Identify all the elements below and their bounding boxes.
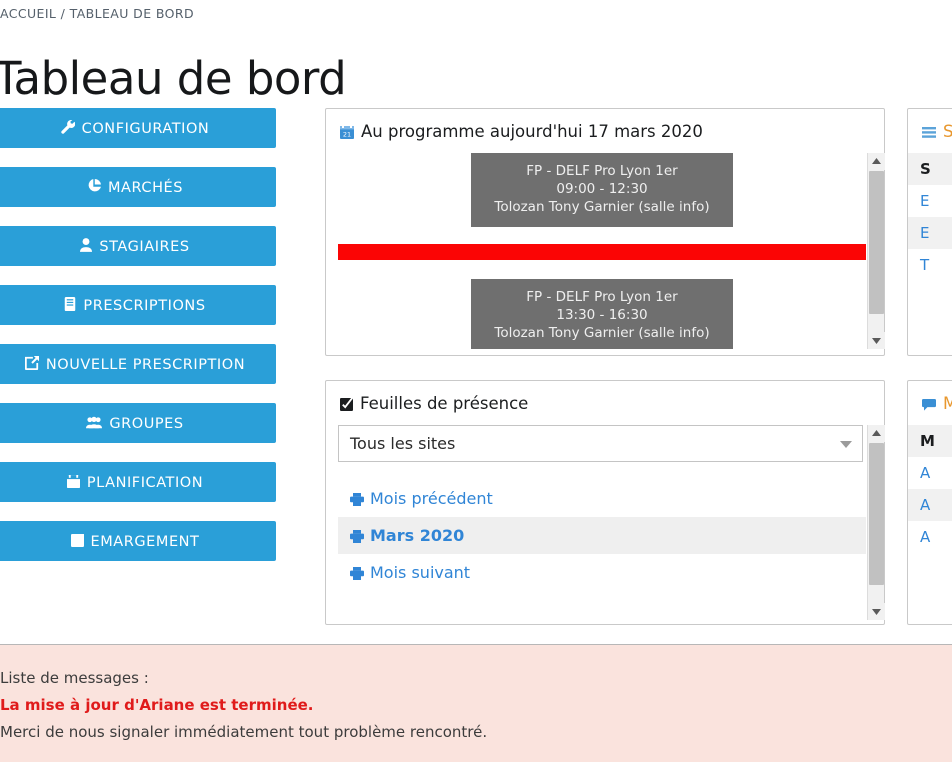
calendar-icon: 21: [340, 124, 354, 143]
scroll-down-icon[interactable]: [868, 603, 885, 620]
sidebar-item-label: PRESCRIPTIONS: [83, 298, 206, 314]
month-label: Mois précédent: [370, 489, 493, 508]
event-location: Tolozan Tony Garnier (salle info): [494, 199, 710, 215]
presence-scrollbar-thumb[interactable]: [869, 443, 884, 585]
chevron-down-icon: [840, 441, 852, 448]
users-icon: [86, 416, 103, 429]
event-title: FP - DELF Pro Lyon 1er: [526, 163, 678, 179]
checkbox-icon: [340, 396, 354, 415]
comment-icon: [922, 396, 936, 415]
event-title: FP - DELF Pro Lyon 1er: [526, 289, 678, 305]
messages-row[interactable]: M: [908, 425, 952, 457]
alert-line-1: Liste de messages :: [0, 669, 149, 687]
print-month-current[interactable]: Mars 2020: [338, 517, 866, 554]
sidebar-item-label: EMARGEMENT: [90, 534, 200, 550]
edit-document-icon: [24, 356, 39, 370]
site-select-value: Tous les sites: [350, 434, 456, 453]
sessions-row[interactable]: E: [908, 185, 952, 217]
messages-row[interactable]: A: [908, 457, 952, 489]
presence-scrollbar[interactable]: [867, 425, 885, 620]
pie-chart-icon: [87, 179, 101, 193]
svg-text:21: 21: [343, 131, 351, 139]
sidebar-item-configuration[interactable]: CONFIGURATION: [0, 108, 276, 148]
month-label: Mars 2020: [370, 526, 465, 545]
alert-banner: Liste de messages : La mise à jour d'Ari…: [0, 644, 952, 762]
printer-icon: [350, 493, 364, 506]
checkbox-icon: [70, 534, 84, 547]
agenda-scroll-region: FP - DELF Pro Lyon 1er 09:00 - 12:30 Tol…: [326, 153, 885, 349]
presence-panel: Feuilles de présence Tous les sites Mois…: [325, 380, 885, 625]
sidebar-item-nouvelle-prescription[interactable]: NOUVELLE PRESCRIPTION: [0, 344, 276, 384]
alert-line-2: La mise à jour d'Ariane est terminée.: [0, 696, 314, 714]
agenda-scrollbar[interactable]: [867, 153, 885, 349]
scroll-up-icon[interactable]: [868, 153, 885, 170]
sessions-row[interactable]: S: [908, 153, 952, 185]
page-title: Tableau de bord: [0, 52, 347, 106]
event-location: Tolozan Tony Garnier (salle info): [494, 325, 710, 341]
sidebar-item-label: MARCHÉS: [107, 180, 184, 196]
sessions-row[interactable]: E: [908, 217, 952, 249]
messages-panel-title: Messages: [908, 381, 952, 425]
document-icon: [64, 297, 76, 311]
breadcrumb: ACCUEIL / TABLEAU DE BORD: [0, 6, 194, 21]
sidebar-item-emargement[interactable]: EMARGEMENT: [0, 521, 276, 561]
list-icon: [922, 124, 936, 143]
event-time: 13:30 - 16:30: [556, 307, 648, 323]
current-time-indicator: [338, 244, 866, 260]
sidebar-item-groupes[interactable]: GROUPES: [0, 403, 276, 443]
wrench-icon: [60, 120, 75, 134]
sessions-panel-title: Sessions: [908, 109, 952, 153]
page-root: ACCUEIL / TABLEAU DE BORD Tableau de bor…: [0, 0, 952, 762]
printer-icon: [350, 530, 364, 543]
sidebar-item-marches[interactable]: MARCHÉS: [0, 167, 276, 207]
sidebar-item-label: GROUPES: [109, 416, 184, 432]
agenda-scrollbar-thumb[interactable]: [869, 171, 884, 314]
messages-row[interactable]: A: [908, 521, 952, 553]
sessions-row[interactable]: T: [908, 249, 952, 281]
sidebar-item-planification[interactable]: PLANIFICATION: [0, 462, 276, 502]
sidebar-item-label: CONFIGURATION: [81, 121, 210, 137]
printer-icon: [350, 567, 364, 580]
sessions-panel: Sessions S E E T: [907, 108, 952, 356]
sessions-title-text: Sessions: [943, 122, 952, 141]
agenda-title-text: Au programme aujourd'hui 17 mars 2020: [361, 122, 703, 141]
sidebar-item-label: PLANIFICATION: [86, 475, 204, 491]
presence-scroll-region: Tous les sites Mois précédent Mars 2020: [326, 425, 885, 620]
sidebar-item-prescriptions[interactable]: PRESCRIPTIONS: [0, 285, 276, 325]
agenda-events-list: FP - DELF Pro Lyon 1er 09:00 - 12:30 Tol…: [338, 153, 866, 349]
messages-panel: Messages M A A A: [907, 380, 952, 625]
scroll-up-icon[interactable]: [868, 425, 885, 442]
presence-title-text: Feuilles de présence: [360, 394, 529, 413]
agenda-event-card[interactable]: FP - DELF Pro Lyon 1er 09:00 - 12:30 Tol…: [471, 153, 733, 227]
messages-title-text: Messages: [943, 394, 952, 413]
presence-content: Tous les sites Mois précédent Mars 2020: [338, 425, 866, 620]
sidebar: CONFIGURATION MARCHÉS STAGIAIRES PRESCRI…: [0, 108, 276, 580]
print-month-previous[interactable]: Mois précédent: [338, 480, 866, 517]
sidebar-item-stagiaires[interactable]: STAGIAIRES: [0, 226, 276, 266]
agenda-panel-title: 21 Au programme aujourd'hui 17 mars 2020: [326, 109, 884, 153]
print-month-next[interactable]: Mois suivant: [338, 554, 866, 591]
month-label: Mois suivant: [370, 563, 471, 582]
sidebar-item-label: STAGIAIRES: [99, 239, 190, 255]
event-time: 09:00 - 12:30: [556, 181, 648, 197]
site-select[interactable]: Tous les sites: [338, 425, 863, 462]
agenda-event-card[interactable]: FP - DELF Pro Lyon 1er 13:30 - 16:30 Tol…: [471, 279, 733, 349]
scroll-down-icon[interactable]: [868, 332, 885, 349]
presence-panel-title: Feuilles de présence: [326, 381, 884, 425]
messages-row[interactable]: A: [908, 489, 952, 521]
user-icon: [80, 238, 93, 252]
sidebar-item-label: NOUVELLE PRESCRIPTION: [45, 357, 246, 373]
agenda-panel: 21 Au programme aujourd'hui 17 mars 2020…: [325, 108, 885, 356]
calendar-icon: [66, 475, 80, 488]
alert-line-3: Merci de nous signaler immédiatement tou…: [0, 723, 488, 741]
